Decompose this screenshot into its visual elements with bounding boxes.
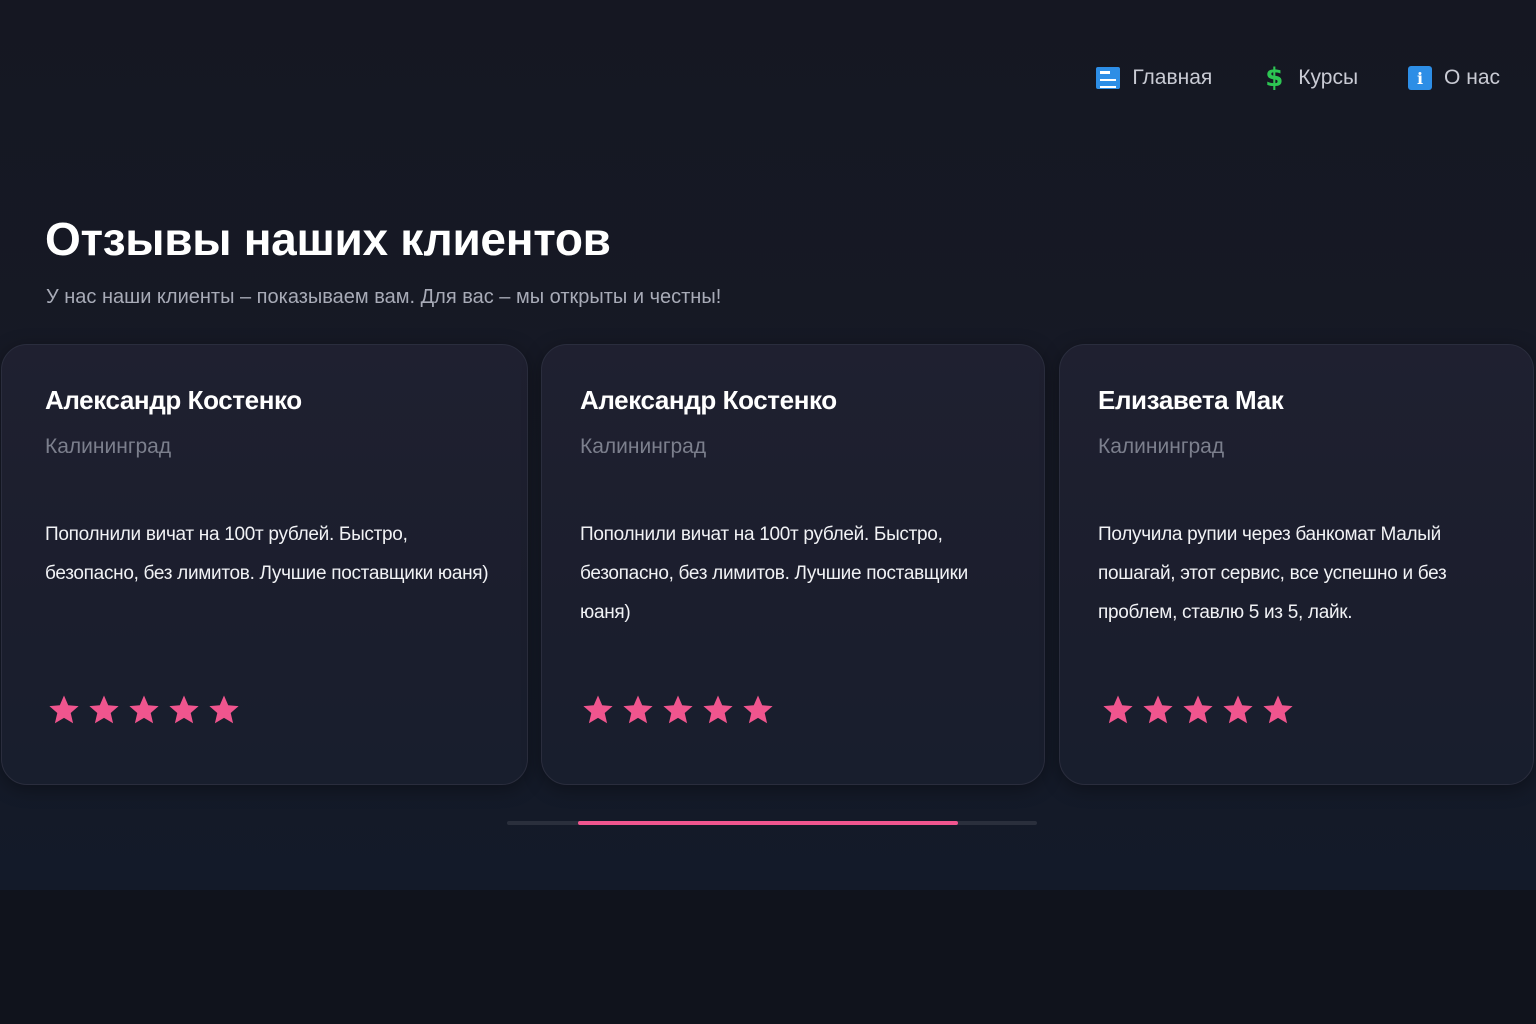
- star-icon: [47, 693, 81, 727]
- review-text: Пополнили вичат на 100т рублей. Быстро, …: [580, 524, 968, 623]
- star-icon: [1221, 693, 1255, 727]
- review-text: Получила рупии через банкомат Малый поша…: [1098, 524, 1447, 623]
- star-icon: [581, 693, 615, 727]
- star-icon: [87, 693, 121, 727]
- star-rating: [47, 693, 241, 727]
- star-icon: [621, 693, 655, 727]
- nav-item-about-label: О нас: [1444, 66, 1500, 89]
- nav-item-about[interactable]: i О нас: [1408, 66, 1500, 90]
- nav-item-courses-label: Курсы: [1298, 66, 1359, 89]
- carousel-scrollbar[interactable]: [507, 821, 1037, 825]
- reviewer-city: Калининград: [45, 435, 172, 458]
- top-nav: Главная $ Курсы i О нас: [1096, 63, 1500, 93]
- star-icon: [167, 693, 201, 727]
- reviewer-name: Елизавета Мак: [1098, 385, 1284, 415]
- star-icon: [1141, 693, 1175, 727]
- carousel-scrollbar-thumb[interactable]: [578, 821, 959, 825]
- nav-item-courses[interactable]: $ Курсы: [1262, 63, 1359, 93]
- star-icon: [1261, 693, 1295, 727]
- review-text: Пополнили вичат на 100т рублей. Быстро, …: [45, 524, 489, 584]
- star-rating: [581, 693, 775, 727]
- star-icon: [741, 693, 775, 727]
- reviewer-name: Александр Костенко: [45, 385, 302, 415]
- star-icon: [661, 693, 695, 727]
- nav-item-home[interactable]: Главная: [1096, 66, 1212, 90]
- star-rating: [1101, 693, 1295, 727]
- review-card: Александр Костенко Калининград Пополнили…: [541, 344, 1045, 785]
- reviewer-city: Калининград: [580, 435, 707, 458]
- section-title: Отзывы наших клиентов: [45, 213, 611, 265]
- section-subtitle: У нас наши клиенты – показываем вам. Для…: [46, 286, 722, 308]
- page: Главная $ Курсы i О нас Отзывы наших кли…: [0, 0, 1536, 1024]
- footer-band: [0, 890, 1536, 1024]
- nav-item-home-label: Главная: [1132, 66, 1213, 89]
- review-card: Елизавета Мак Калининград Получила рупии…: [1059, 344, 1534, 785]
- home-icon: [1096, 66, 1121, 90]
- star-icon: [701, 693, 735, 727]
- reviewer-name: Александр Костенко: [580, 385, 837, 415]
- star-icon: [207, 693, 241, 727]
- dollar-icon: $: [1265, 63, 1284, 93]
- reviewer-city: Калининград: [1098, 435, 1225, 458]
- review-card: Александр Костенко Калининград Пополнили…: [1, 344, 528, 785]
- star-icon: [127, 693, 161, 727]
- star-icon: [1101, 693, 1135, 727]
- star-icon: [1181, 693, 1215, 727]
- info-icon: i: [1408, 66, 1433, 90]
